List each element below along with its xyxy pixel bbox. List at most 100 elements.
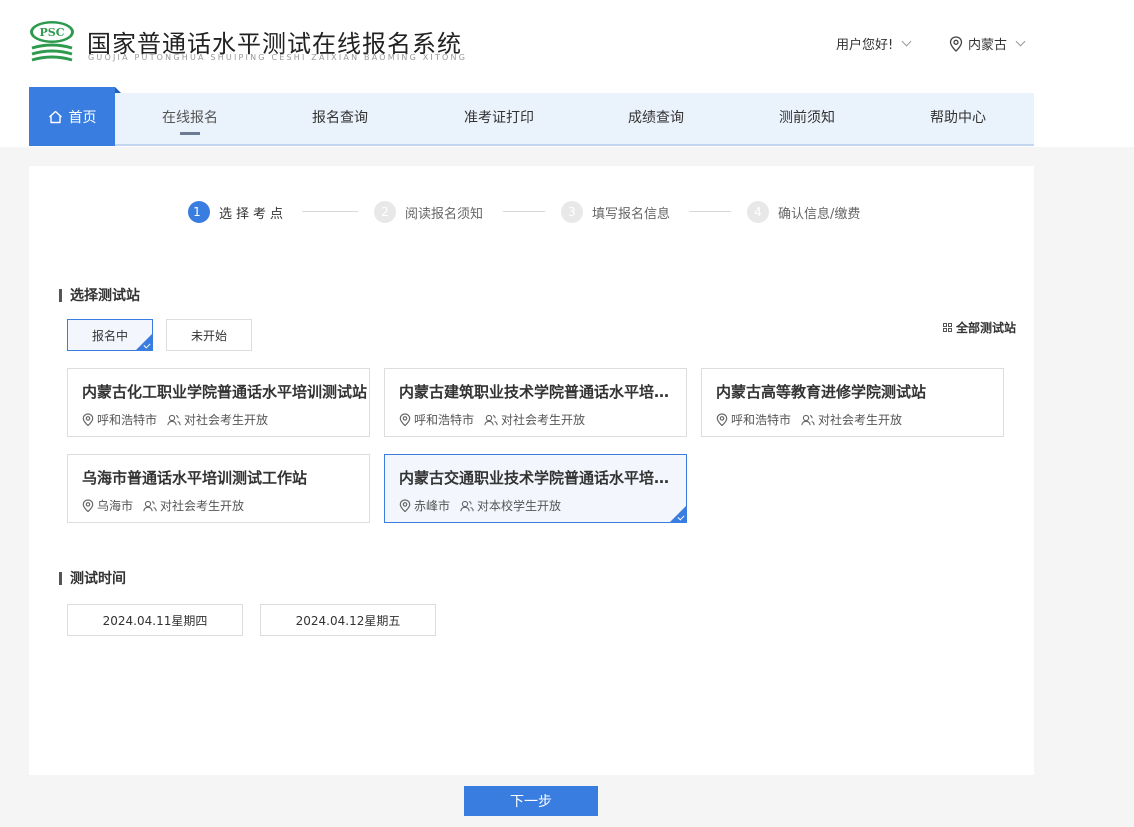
- nav-home-label: 首页: [68, 109, 97, 126]
- step-number: 3: [561, 201, 583, 223]
- users-icon: [460, 500, 474, 511]
- step-number: 1: [188, 201, 210, 223]
- step-2: 2 阅读报名须知: [374, 201, 483, 223]
- nav-label: 在线报名: [162, 110, 218, 126]
- region-label: 内蒙古: [968, 38, 1008, 53]
- nav-item-admission-print[interactable]: 准考证打印: [459, 93, 539, 144]
- station-meta: 呼和浩特市 对社会考生开放: [399, 411, 585, 428]
- city-text: 乌海市: [97, 499, 134, 513]
- region-selector[interactable]: 内蒙古: [949, 34, 1026, 53]
- station-city: 呼和浩特市: [399, 411, 474, 428]
- city-text: 呼和浩特市: [414, 413, 475, 427]
- audience-text: 对本校学生开放: [477, 499, 562, 513]
- nav-label: 帮助中心: [930, 110, 986, 126]
- nav-label: 成绩查询: [628, 110, 684, 126]
- step-label: 选择考点: [219, 206, 288, 222]
- users-icon: [143, 500, 157, 511]
- title-bar: [59, 288, 62, 302]
- audience-text: 对社会考生开放: [160, 499, 245, 513]
- station-city: 呼和浩特市: [82, 411, 157, 428]
- step-number: 4: [747, 201, 769, 223]
- city-text: 呼和浩特市: [731, 413, 792, 427]
- audience-text: 对社会考生开放: [501, 413, 586, 427]
- step-divider: [503, 211, 545, 212]
- station-card-selected[interactable]: 内蒙古交通职业技术学院普通话水平培训测试站 赤峰市 对本校学生开放: [384, 454, 687, 523]
- location-pin-icon: [399, 413, 411, 426]
- date-option[interactable]: 2024.04.12星期五: [260, 604, 436, 636]
- location-pin-icon: [399, 499, 411, 512]
- home-icon: [48, 110, 62, 123]
- nav-item-help-center[interactable]: 帮助中心: [923, 93, 993, 144]
- nav-item-pretest-notice[interactable]: 测前须知: [772, 93, 842, 144]
- grid-icon: [943, 323, 952, 332]
- station-audience: 对社会考生开放: [484, 411, 585, 428]
- nav-label: 准考证打印: [464, 110, 534, 126]
- city-text: 赤峰市: [414, 499, 451, 513]
- station-card[interactable]: 乌海市普通话水平培训测试工作站 乌海市 对社会考生开放: [67, 454, 370, 523]
- next-step-button[interactable]: 下一步: [464, 786, 598, 816]
- station-city: 赤峰市: [399, 497, 450, 514]
- tab-not-started[interactable]: 未开始: [166, 319, 252, 351]
- station-card[interactable]: 内蒙古高等教育进修学院测试站 呼和浩特市 对社会考生开放: [701, 368, 1004, 437]
- station-meta: 乌海市 对社会考生开放: [82, 497, 244, 514]
- psc-logo[interactable]: PSC: [28, 18, 76, 66]
- station-section-title: 选择测试站: [59, 285, 140, 305]
- users-icon: [801, 414, 815, 425]
- section-title-text: 选择测试站: [70, 288, 140, 304]
- chevron-down-icon: [1015, 36, 1026, 47]
- station-meta: 呼和浩特市 对社会考生开放: [716, 411, 902, 428]
- step-label: 阅读报名须知: [405, 206, 484, 222]
- location-pin-icon: [82, 499, 94, 512]
- station-audience: 对社会考生开放: [167, 411, 268, 428]
- location-pin-icon: [949, 35, 963, 52]
- station-name: 内蒙古交通职业技术学院普通话水平培训测试站: [399, 469, 684, 487]
- station-audience: 对社会考生开放: [801, 411, 902, 428]
- section-title-text: 测试时间: [70, 571, 126, 587]
- all-sites-link[interactable]: 全部测试站: [943, 319, 1016, 336]
- step-label: 确认信息/缴费: [778, 206, 861, 222]
- selected-corner: [670, 506, 686, 522]
- tab-label: 未开始: [190, 328, 227, 343]
- site-header: PSC 国家普通话水平测试在线报名系统 GUOJIA PUTONGHUA SHU…: [0, 0, 1134, 92]
- tab-registering[interactable]: 报名中: [67, 319, 153, 351]
- city-text: 呼和浩特市: [97, 413, 158, 427]
- nav-item-registration-query[interactable]: 报名查询: [305, 93, 375, 144]
- step-label: 填写报名信息: [592, 206, 671, 222]
- station-name: 内蒙古建筑职业技术学院普通话水平培训测试站: [399, 383, 684, 401]
- station-city: 乌海市: [82, 497, 133, 514]
- station-audience: 对社会考生开放: [143, 497, 244, 514]
- svg-text:PSC: PSC: [40, 26, 65, 39]
- active-indicator: [180, 132, 200, 135]
- station-city: 呼和浩特市: [716, 411, 791, 428]
- station-name: 内蒙古化工职业学院普通话水平培训测试站: [82, 383, 367, 401]
- nav-home[interactable]: 首页: [29, 87, 121, 146]
- step-number: 2: [374, 201, 396, 223]
- user-menu[interactable]: 用户您好!: [836, 34, 912, 53]
- users-icon: [167, 414, 181, 425]
- site-subtitle: GUOJIA PUTONGHUA SHUIPING CESHI ZAIXIAN …: [88, 53, 468, 62]
- station-name: 内蒙古高等教育进修学院测试站: [716, 383, 927, 401]
- step-divider: [302, 211, 358, 212]
- step-divider: [689, 211, 731, 212]
- chevron-down-icon: [901, 36, 912, 47]
- nav-label: 测前须知: [779, 110, 835, 126]
- station-card[interactable]: 内蒙古化工职业学院普通话水平培训测试站 呼和浩特市 对社会考生开放: [67, 368, 370, 437]
- main-nav: 首页 在线报名 报名查询 准考证打印 成绩查询 测前须知 帮助中心: [29, 87, 1034, 146]
- selected-corner: [136, 334, 152, 350]
- station-meta: 赤峰市 对本校学生开放: [399, 497, 561, 514]
- station-audience: 对本校学生开放: [460, 497, 561, 514]
- nav-item-score-query[interactable]: 成绩查询: [621, 93, 691, 144]
- tab-label: 报名中: [91, 328, 128, 343]
- title-bar: [59, 571, 62, 585]
- users-icon: [484, 414, 498, 425]
- user-greeting: 用户您好!: [836, 38, 894, 53]
- station-card[interactable]: 内蒙古建筑职业技术学院普通话水平培训测试站 呼和浩特市 对社会考生开放: [384, 368, 687, 437]
- step-1: 1 选择考点: [188, 201, 287, 223]
- all-sites-label: 全部测试站: [956, 321, 1017, 335]
- date-option[interactable]: 2024.04.11星期四: [67, 604, 243, 636]
- station-meta: 呼和浩特市 对社会考生开放: [82, 411, 268, 428]
- station-name: 乌海市普通话水平培训测试工作站: [82, 469, 308, 487]
- nav-label: 报名查询: [312, 110, 368, 126]
- nav-item-online-registration[interactable]: 在线报名: [155, 93, 225, 144]
- audience-text: 对社会考生开放: [184, 413, 269, 427]
